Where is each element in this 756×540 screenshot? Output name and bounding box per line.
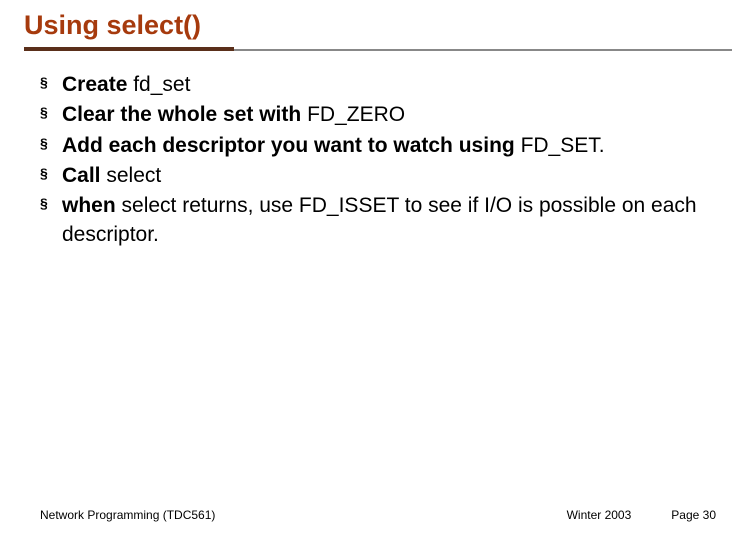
rule-light [234, 49, 732, 51]
list-item: § Create fd_set [40, 71, 716, 99]
footer-center: Winter 2003 [567, 508, 632, 522]
rule-dark [24, 47, 234, 51]
list-item: § Clear the whole set with FD_ZERO [40, 101, 716, 129]
bullet-rest: FD_SET. [521, 134, 605, 157]
footer-page: Page 30 [671, 508, 716, 522]
list-item: § Add each descriptor you want to watch … [40, 132, 716, 160]
bullet-rest: select [106, 164, 161, 187]
bullet-bold: Create [62, 73, 133, 96]
title-block: Using select() [0, 0, 756, 51]
bullet-bold: Call [62, 164, 106, 187]
bullet-icon: § [40, 194, 48, 213]
list-item: § Call select [40, 162, 716, 190]
list-item: § when select returns, use FD_ISSET to s… [40, 192, 716, 249]
bullet-rest: fd_set [133, 73, 190, 96]
title-rule [24, 47, 732, 51]
content-area: § Create fd_set § Clear the whole set wi… [0, 51, 756, 249]
bullet-icon: § [40, 73, 48, 92]
bullet-rest: select returns, use FD_ISSET to see if I… [62, 194, 697, 245]
bullet-icon: § [40, 134, 48, 153]
bullet-bold: Clear the whole set with [62, 103, 307, 126]
footer-right-group: Winter 2003 Page 30 [567, 508, 716, 522]
bullet-bold: Add each descriptor you want to watch us… [62, 134, 521, 157]
bullet-icon: § [40, 164, 48, 183]
bullet-icon: § [40, 103, 48, 122]
slide: Using select() § Create fd_set § Clear t… [0, 0, 756, 540]
slide-title: Using select() [24, 10, 732, 41]
footer-left: Network Programming (TDC561) [40, 508, 215, 522]
bullet-list: § Create fd_set § Clear the whole set wi… [40, 71, 716, 249]
bullet-bold: when [62, 194, 122, 217]
bullet-rest: FD_ZERO [307, 103, 405, 126]
footer: Network Programming (TDC561) Winter 2003… [0, 508, 756, 522]
